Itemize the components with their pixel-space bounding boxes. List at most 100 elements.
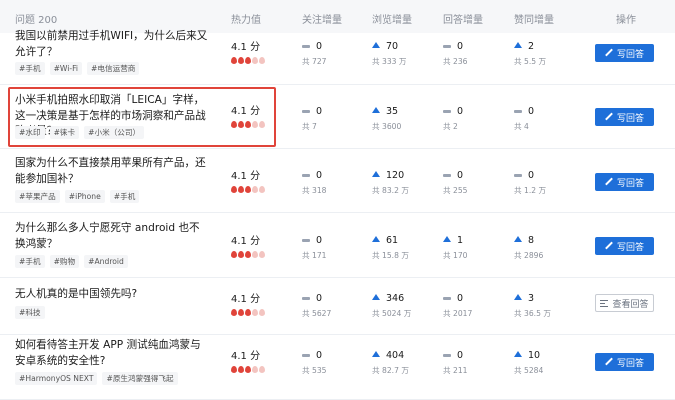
topic-tag[interactable]: #手机 xyxy=(109,190,140,203)
flame-icon xyxy=(252,309,258,316)
question-title[interactable]: 国家为什么不直接禁用苹果所有产品，还能参加国补？ xyxy=(15,156,210,187)
write-answer-button[interactable]: 写回答 xyxy=(595,108,654,126)
view-answers-button[interactable]: 查看回答 xyxy=(595,294,654,312)
answers-metric: 1 共 170 xyxy=(443,234,468,261)
table-row: 我国以前禁用过手机WIFI，为什么后来又允许了？ #手机 #Wi-Fi #电信运营商 4… xyxy=(0,20,675,85)
topic-tag[interactable]: #HarmonyOS NEXT xyxy=(15,372,98,385)
heat-value: 4.1 分 xyxy=(231,351,261,362)
write-answer-button[interactable]: 写回答 xyxy=(595,44,654,62)
trend-up-icon xyxy=(372,171,380,177)
heat-score: 4.1 分 xyxy=(231,167,265,193)
answers-delta: 1 xyxy=(457,234,464,246)
flame-icon xyxy=(259,309,265,316)
views-delta: 70 xyxy=(386,40,399,52)
heat-score: 4.1 分 xyxy=(231,38,265,64)
table-row: 无人机真的是中国领先吗? #科技 4.1 分 0 共 5627 346 共 5024 万 0 共… xyxy=(0,278,675,335)
likes-delta: 8 xyxy=(528,234,535,246)
tag-list: #科技 xyxy=(15,306,45,319)
likes-total: 共 1.2 万 xyxy=(514,186,547,195)
heat-value: 4.1 分 xyxy=(231,294,261,305)
follow-metric: 0 共 7 xyxy=(302,105,322,132)
likes-delta: 0 xyxy=(528,105,535,117)
question-title[interactable]: 我国以前禁用过手机WIFI，为什么后来又允许了？ xyxy=(15,29,210,60)
follow-total: 共 727 xyxy=(302,57,327,66)
topic-tag[interactable]: #水印 xyxy=(15,126,45,139)
table-row: 如何看待答主开发 APP 测试纯血鸿蒙与安卓系统的安全性? #HarmonyOS … xyxy=(0,335,675,400)
trend-up-icon xyxy=(372,42,380,48)
question-title[interactable]: 如何看待答主开发 APP 测试纯血鸿蒙与安卓系统的安全性? xyxy=(15,338,210,369)
views-total: 共 83.2 万 xyxy=(372,186,409,195)
topic-tag[interactable]: #购物 xyxy=(49,255,80,268)
flame-icon xyxy=(252,186,258,193)
question-title[interactable]: 无人机真的是中国领先吗? xyxy=(15,287,210,303)
table-row: 国家为什么不直接禁用苹果所有产品，还能参加国补？ #苹果产品 #iPhone #手机 4… xyxy=(0,149,675,213)
trend-flat-icon xyxy=(443,109,451,113)
follow-delta: 0 xyxy=(316,234,323,246)
answers-total: 共 211 xyxy=(443,366,468,375)
trend-up-icon xyxy=(372,294,380,300)
topic-tag[interactable]: #手机 xyxy=(15,62,45,75)
flame-icon xyxy=(252,251,258,258)
action-label: 写回答 xyxy=(616,242,644,253)
tag-list: #手机 #Wi-Fi #电信运营商 xyxy=(15,62,140,75)
heat-value: 4.1 分 xyxy=(231,171,261,182)
pencil-icon xyxy=(605,49,613,57)
topic-tag[interactable]: #电信运营商 xyxy=(87,62,140,75)
heat-flames xyxy=(231,251,265,258)
answers-delta: 0 xyxy=(457,40,464,52)
topic-tag[interactable]: #小米（公司） xyxy=(84,126,145,139)
heat-flames xyxy=(231,121,265,128)
trend-up-icon xyxy=(372,351,380,357)
follow-delta: 0 xyxy=(316,292,323,304)
flame-icon xyxy=(238,57,244,64)
tag-list: #HarmonyOS NEXT #原生鸿蒙强得飞起 xyxy=(15,372,178,385)
trend-flat-icon xyxy=(302,173,310,177)
views-delta: 35 xyxy=(386,105,399,117)
trend-flat-icon xyxy=(302,44,310,48)
views-total: 共 333 万 xyxy=(372,57,407,66)
views-total: 共 5024 万 xyxy=(372,309,412,318)
flame-icon xyxy=(259,251,265,258)
heat-value: 4.1 分 xyxy=(231,236,261,247)
flame-icon xyxy=(231,251,237,258)
heat-flames xyxy=(231,186,265,193)
question-title[interactable]: 为什么那么多人宁愿死守 android 也不换鸿蒙？ xyxy=(15,221,210,252)
trend-flat-icon xyxy=(302,296,310,300)
topic-tag[interactable]: #科技 xyxy=(15,306,45,319)
trend-up-icon xyxy=(514,236,522,242)
action-label: 写回答 xyxy=(616,358,644,369)
flame-icon xyxy=(231,309,237,316)
heat-score: 4.1 分 xyxy=(231,232,265,258)
flame-icon xyxy=(252,57,258,64)
likes-total: 共 5.5 万 xyxy=(514,57,547,66)
follow-total: 共 5627 xyxy=(302,309,332,318)
topic-tag[interactable]: #Android xyxy=(84,255,128,268)
topic-tag[interactable]: #Wi-Fi xyxy=(49,62,83,75)
trend-flat-icon xyxy=(443,173,451,177)
follow-total: 共 171 xyxy=(302,251,327,260)
write-answer-button[interactable]: 写回答 xyxy=(595,237,654,255)
write-answer-button[interactable]: 写回答 xyxy=(595,173,654,191)
topic-tag[interactable]: #iPhone xyxy=(64,190,105,203)
trend-flat-icon xyxy=(443,296,451,300)
topic-tag[interactable]: #苹果产品 xyxy=(15,190,60,203)
heat-value: 4.1 分 xyxy=(231,42,261,53)
flame-icon xyxy=(238,186,244,193)
answers-metric: 0 共 255 xyxy=(443,169,468,196)
flame-icon xyxy=(259,186,265,193)
action-label: 写回答 xyxy=(616,49,644,60)
answers-total: 共 255 xyxy=(443,186,468,195)
flame-icon xyxy=(231,57,237,64)
likes-delta: 10 xyxy=(528,349,541,361)
topic-tag[interactable]: #徕卡 xyxy=(49,126,80,139)
likes-total: 共 2896 xyxy=(514,251,544,260)
views-metric: 346 共 5024 万 xyxy=(372,292,411,319)
follow-metric: 0 共 727 xyxy=(302,40,327,67)
action-label: 写回答 xyxy=(616,113,644,124)
topic-tag[interactable]: #手机 xyxy=(15,255,45,268)
follow-metric: 0 共 535 xyxy=(302,349,327,376)
answers-total: 共 2 xyxy=(443,122,458,131)
write-answer-button[interactable]: 写回答 xyxy=(595,353,654,371)
topic-tag[interactable]: #原生鸿蒙强得飞起 xyxy=(102,372,178,385)
views-total: 共 15.8 万 xyxy=(372,251,409,260)
